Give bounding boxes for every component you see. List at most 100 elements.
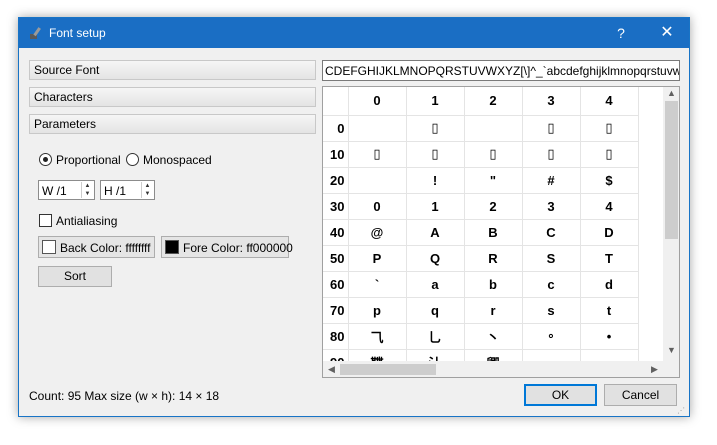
fore-color-label: Fore Color: ff000000 <box>183 241 293 255</box>
characters-section[interactable]: Characters <box>29 87 316 107</box>
horizontal-scroll-thumb[interactable] <box>340 364 436 375</box>
scroll-right-icon[interactable]: ▶ <box>646 364 663 375</box>
fore-color-swatch <box>165 240 179 254</box>
horizontal-scrollbar[interactable]: ◀ ▶ <box>323 361 663 377</box>
sort-button[interactable]: Sort <box>38 266 112 287</box>
glyph-cell[interactable]: ▯ <box>580 115 639 142</box>
glyph-cell[interactable]: ⺄ <box>348 323 407 350</box>
row-header: 0 <box>323 115 349 142</box>
glyph-cell[interactable]: 1 <box>406 193 465 220</box>
table-row: 30 0 1 2 3 4 <box>323 193 639 220</box>
title-bar: Font setup ? ✕ <box>19 18 689 48</box>
glyph-cell[interactable]: R <box>464 245 523 272</box>
table-row: 70 p q r s t <box>323 297 639 324</box>
glyph-cell[interactable]: ▯ <box>464 141 523 168</box>
height-spinbox[interactable]: H /1 ▲ ▼ <box>100 180 155 200</box>
glyph-cell[interactable]: p <box>348 297 407 324</box>
glyph-table: 0 1 2 3 4 0 ▯ ▯ ▯ 10 ▯ ▯ ▯ ▯ ▯ 20! " # $30 0 1 2 3 4 40 @ A B C… <box>323 87 639 376</box>
column-header: 0 <box>348 87 407 116</box>
glyph-cell[interactable]: s <box>522 297 581 324</box>
glyph-cell[interactable] <box>348 167 407 194</box>
glyph-cell[interactable]: # <box>522 167 581 194</box>
glyph-cell[interactable]: 4 <box>580 193 639 220</box>
row-header: 70 <box>323 297 349 324</box>
antialiasing-checkbox[interactable] <box>39 214 52 227</box>
width-spinbox[interactable]: W /1 ▲ ▼ <box>38 180 95 200</box>
spin-up-icon[interactable]: ▲ <box>142 182 153 190</box>
glyph-cell[interactable]: ⺃ <box>406 323 465 350</box>
parameters-section[interactable]: Parameters <box>29 114 316 134</box>
glyph-cell[interactable]: r <box>464 297 523 324</box>
glyph-cell[interactable]: ▯ <box>406 115 465 142</box>
scroll-left-icon[interactable]: ◀ <box>323 364 340 375</box>
fore-color-button[interactable]: Fore Color: ff000000 <box>161 236 293 258</box>
row-header: 40 <box>323 219 349 246</box>
glyph-cell[interactable]: 0 <box>348 193 407 220</box>
column-header: 4 <box>580 87 639 116</box>
font-setup-dialog: Font setup ? ✕ Source Font Characters Pa… <box>18 17 690 417</box>
column-header: 2 <box>464 87 523 116</box>
glyph-cell[interactable]: ▯ <box>522 115 581 142</box>
glyph-cell[interactable]: b <box>464 271 523 298</box>
glyph-cell[interactable]: 丶 <box>464 323 523 350</box>
monospaced-label: Monospaced <box>143 153 212 167</box>
spin-down-icon[interactable]: ▼ <box>142 190 153 198</box>
glyph-cell[interactable]: D <box>580 219 639 246</box>
glyph-cell[interactable]: P <box>348 245 407 272</box>
height-spin-arrows: ▲ ▼ <box>141 182 153 198</box>
glyph-cell[interactable]: Q <box>406 245 465 272</box>
glyph-cell[interactable]: d <box>580 271 639 298</box>
spin-down-icon[interactable]: ▼ <box>82 190 93 198</box>
help-button[interactable]: ? <box>605 18 637 48</box>
table-row: 10 ▯ ▯ ▯ ▯ ▯ <box>323 141 639 168</box>
table-row: 60 ` a b c d <box>323 271 639 298</box>
glyph-cell[interactable]: ▯ <box>348 141 407 168</box>
glyph-cell[interactable]: ▯ <box>580 141 639 168</box>
glyph-cell[interactable]: 2 <box>464 193 523 220</box>
glyph-cell[interactable]: ! <box>406 167 465 194</box>
glyph-cell[interactable]: A <box>406 219 465 246</box>
glyph-cell[interactable]: ▯ <box>522 141 581 168</box>
corner-header <box>323 87 349 116</box>
table-row: 50 P Q R S T <box>323 245 639 272</box>
glyph-cell[interactable]: S <box>522 245 581 272</box>
glyph-cell[interactable]: C <box>522 219 581 246</box>
glyph-cell[interactable] <box>464 115 523 142</box>
glyph-grid[interactable]: 0 1 2 3 4 0 ▯ ▯ ▯ 10 ▯ ▯ ▯ ▯ ▯ 20! " # $30 0 1 2 3 4 40 @ A B C… <box>322 86 680 378</box>
glyph-cell[interactable]: ` <box>348 271 407 298</box>
vertical-scroll-thumb[interactable] <box>665 101 678 239</box>
monospaced-radio[interactable] <box>126 153 139 166</box>
column-header: 3 <box>522 87 581 116</box>
glyph-cell[interactable]: 3 <box>522 193 581 220</box>
close-button[interactable]: ✕ <box>647 18 687 48</box>
glyph-cell[interactable]: @ <box>348 219 407 246</box>
cancel-button[interactable]: Cancel <box>604 384 677 406</box>
spin-up-icon[interactable]: ▲ <box>82 182 93 190</box>
glyph-cell[interactable]: q <box>406 297 465 324</box>
table-row: 80 ⺄⺃丶 ∘ • <box>323 323 639 350</box>
glyph-cell[interactable]: T <box>580 245 639 272</box>
glyph-cell[interactable]: c <box>522 271 581 298</box>
window-title: Font setup <box>49 26 106 40</box>
back-color-label: Back Color: ffffffff <box>60 241 151 255</box>
resize-grip-icon[interactable]: ⋰ <box>677 406 687 416</box>
glyph-cell[interactable]: • <box>580 323 639 350</box>
back-color-swatch <box>42 240 56 254</box>
back-color-button[interactable]: Back Color: ffffffff <box>38 236 155 258</box>
table-row: 20! " # $ <box>323 167 639 194</box>
vertical-scrollbar[interactable]: ▲ ▼ <box>663 87 679 361</box>
glyph-cell[interactable]: ▯ <box>406 141 465 168</box>
scroll-up-icon[interactable]: ▲ <box>663 88 679 98</box>
glyph-cell[interactable]: t <box>580 297 639 324</box>
glyph-cell[interactable]: ∘ <box>522 323 581 350</box>
glyph-cell[interactable]: a <box>406 271 465 298</box>
ok-button[interactable]: OK <box>524 384 597 406</box>
glyph-cell[interactable] <box>348 115 407 142</box>
scroll-down-icon[interactable]: ▼ <box>663 345 679 355</box>
glyph-cell[interactable]: B <box>464 219 523 246</box>
glyph-cell[interactable]: $ <box>580 167 639 194</box>
glyph-cell[interactable]: " <box>464 167 523 194</box>
characters-input[interactable]: CDEFGHIJKLMNOPQRSTUVWXYZ[\]^_`abcdefghij… <box>322 60 680 81</box>
source-font-section[interactable]: Source Font <box>29 60 316 80</box>
proportional-radio[interactable] <box>39 153 52 166</box>
